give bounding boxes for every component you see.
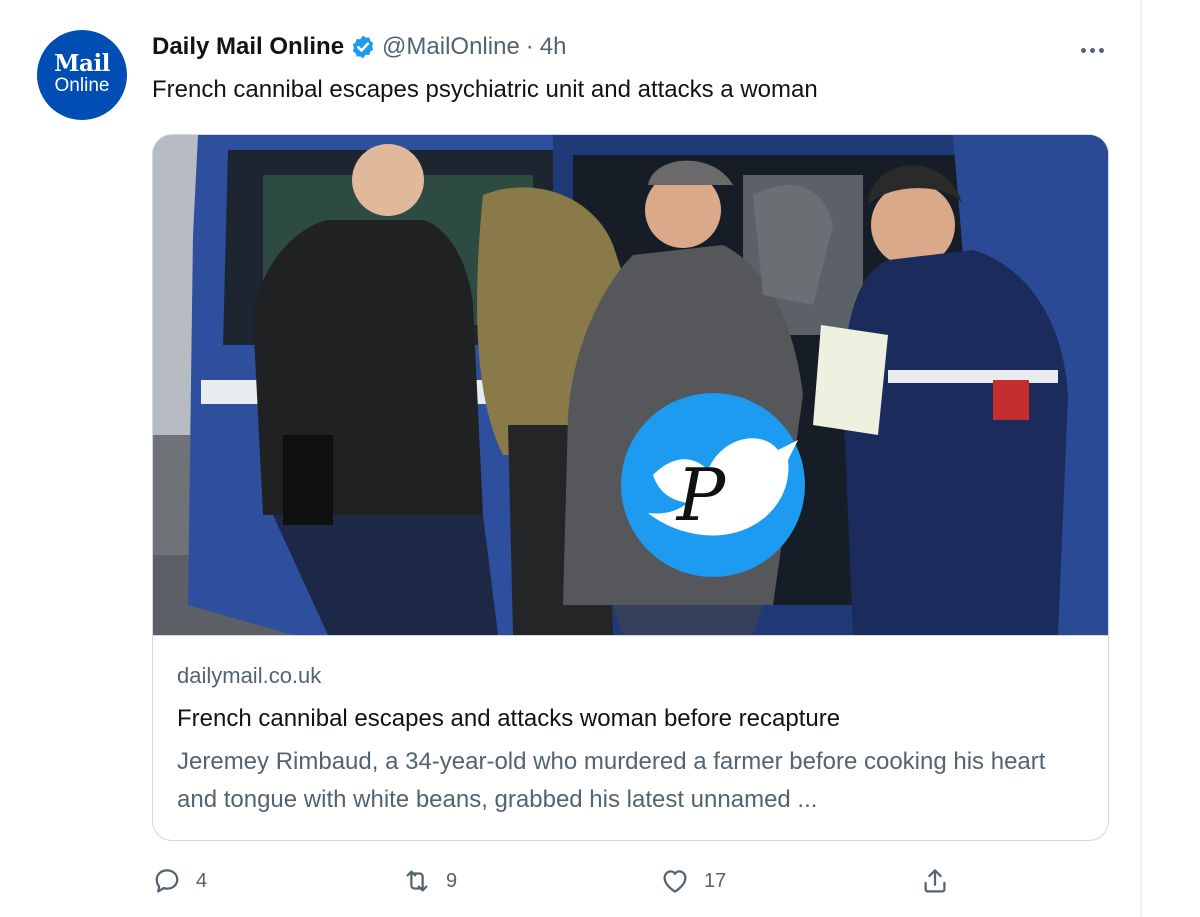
avatar-logo-line1: Mail — [54, 50, 110, 77]
retweet-button[interactable]: 9 — [402, 866, 457, 896]
author-handle[interactable]: @MailOnline — [382, 33, 520, 61]
share-icon — [924, 869, 946, 893]
like-count: 17 — [704, 869, 727, 892]
verified-badge-icon — [352, 35, 374, 59]
more-dot — [1089, 47, 1095, 53]
more-dot — [1080, 47, 1086, 53]
retweet-icon — [406, 870, 428, 892]
share-button[interactable] — [920, 866, 950, 896]
tweet[interactable]: Mail Online Daily Mail Online @MailOnlin… — [0, 0, 1141, 917]
card-description: Jeremey Rimbaud, a 34-year-old who murde… — [177, 748, 1046, 813]
more-dot — [1098, 47, 1104, 53]
reply-count: 4 — [196, 869, 208, 892]
link-card[interactable]: P dailymail.co.uk French cannibal escape… — [152, 134, 1109, 841]
avatar-logo-line2: Online — [54, 75, 110, 96]
avatar[interactable]: Mail Online — [37, 30, 127, 120]
card-divider — [153, 635, 1108, 636]
header-separator: · — [525, 33, 534, 60]
card-photo: P — [153, 135, 1108, 635]
like-icon — [663, 870, 687, 893]
tweet-text: French cannibal escapes psychiatric unit… — [152, 76, 818, 103]
tweet-timestamp[interactable]: 4h — [540, 33, 567, 61]
reply-button[interactable]: 4 — [152, 866, 207, 896]
tweet-actions: 4 9 17 — [152, 866, 1112, 906]
reply-icon — [155, 869, 179, 893]
adjacent-panel-edge — [1141, 0, 1200, 917]
card-domain: dailymail.co.uk — [177, 663, 322, 688]
like-button[interactable]: 17 — [660, 866, 726, 896]
retweet-count: 9 — [446, 869, 458, 892]
more-options-icon[interactable] — [1072, 30, 1112, 70]
watermark-letter: P — [675, 453, 727, 537]
card-title: French cannibal escapes and attacks woma… — [177, 705, 841, 732]
author-name[interactable]: Daily Mail Online — [152, 33, 344, 61]
tweet-header: Daily Mail Online @MailOnline · 4h — [152, 33, 567, 61]
